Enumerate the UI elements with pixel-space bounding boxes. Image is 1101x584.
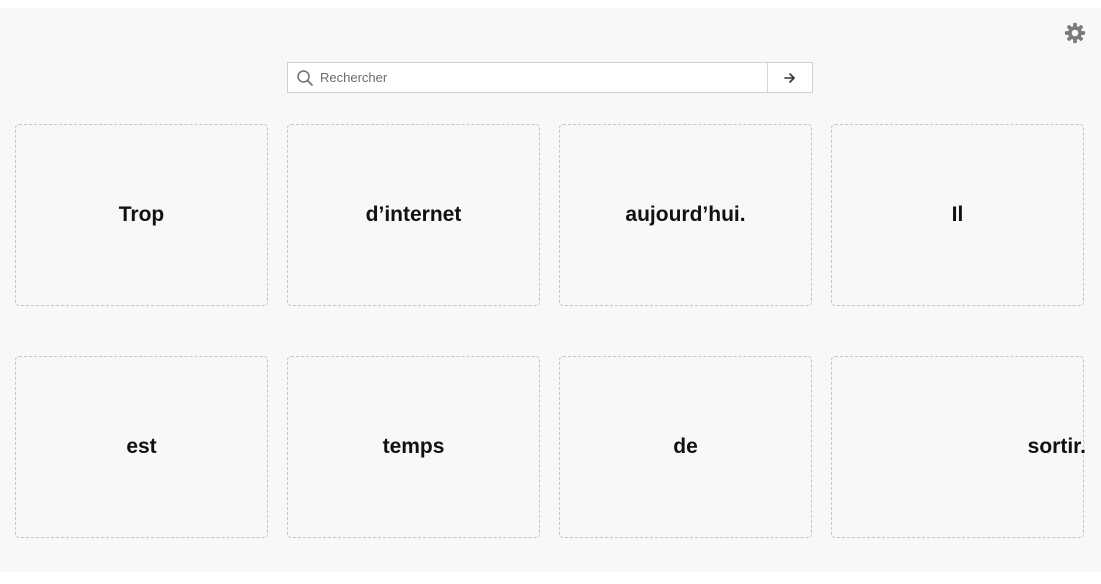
word-card-label: de [673, 435, 698, 458]
word-card[interactable]: est [15, 356, 268, 538]
settings-button[interactable] [1064, 22, 1086, 44]
word-card-label: est [126, 435, 157, 458]
word-card[interactable]: de [559, 356, 812, 538]
word-card[interactable]: temps [287, 356, 540, 538]
search-submit-button[interactable] [767, 63, 812, 92]
word-card[interactable]: Trop [15, 124, 268, 306]
word-card-label: aujourd’hui. [625, 203, 746, 226]
word-card[interactable]: sortir. [831, 356, 1086, 538]
word-card[interactable]: Il [831, 124, 1084, 306]
search-icon [297, 69, 313, 86]
gear-icon [1064, 22, 1086, 44]
word-card-label: Il [951, 203, 964, 226]
word-card-label: sortir. [1027, 435, 1086, 458]
arrow-right-icon [784, 72, 795, 83]
word-card-label: d’internet [365, 203, 462, 226]
word-card-label: Trop [118, 203, 165, 226]
word-card-label: temps [382, 435, 445, 458]
search-bar [287, 62, 813, 93]
word-card[interactable]: d’internet [287, 124, 540, 306]
word-card[interactable]: aujourd’hui. [559, 124, 812, 306]
search-input[interactable] [314, 63, 767, 92]
word-card-app: Trop d’internet aujourd’hui. Il est temp… [0, 8, 1101, 572]
